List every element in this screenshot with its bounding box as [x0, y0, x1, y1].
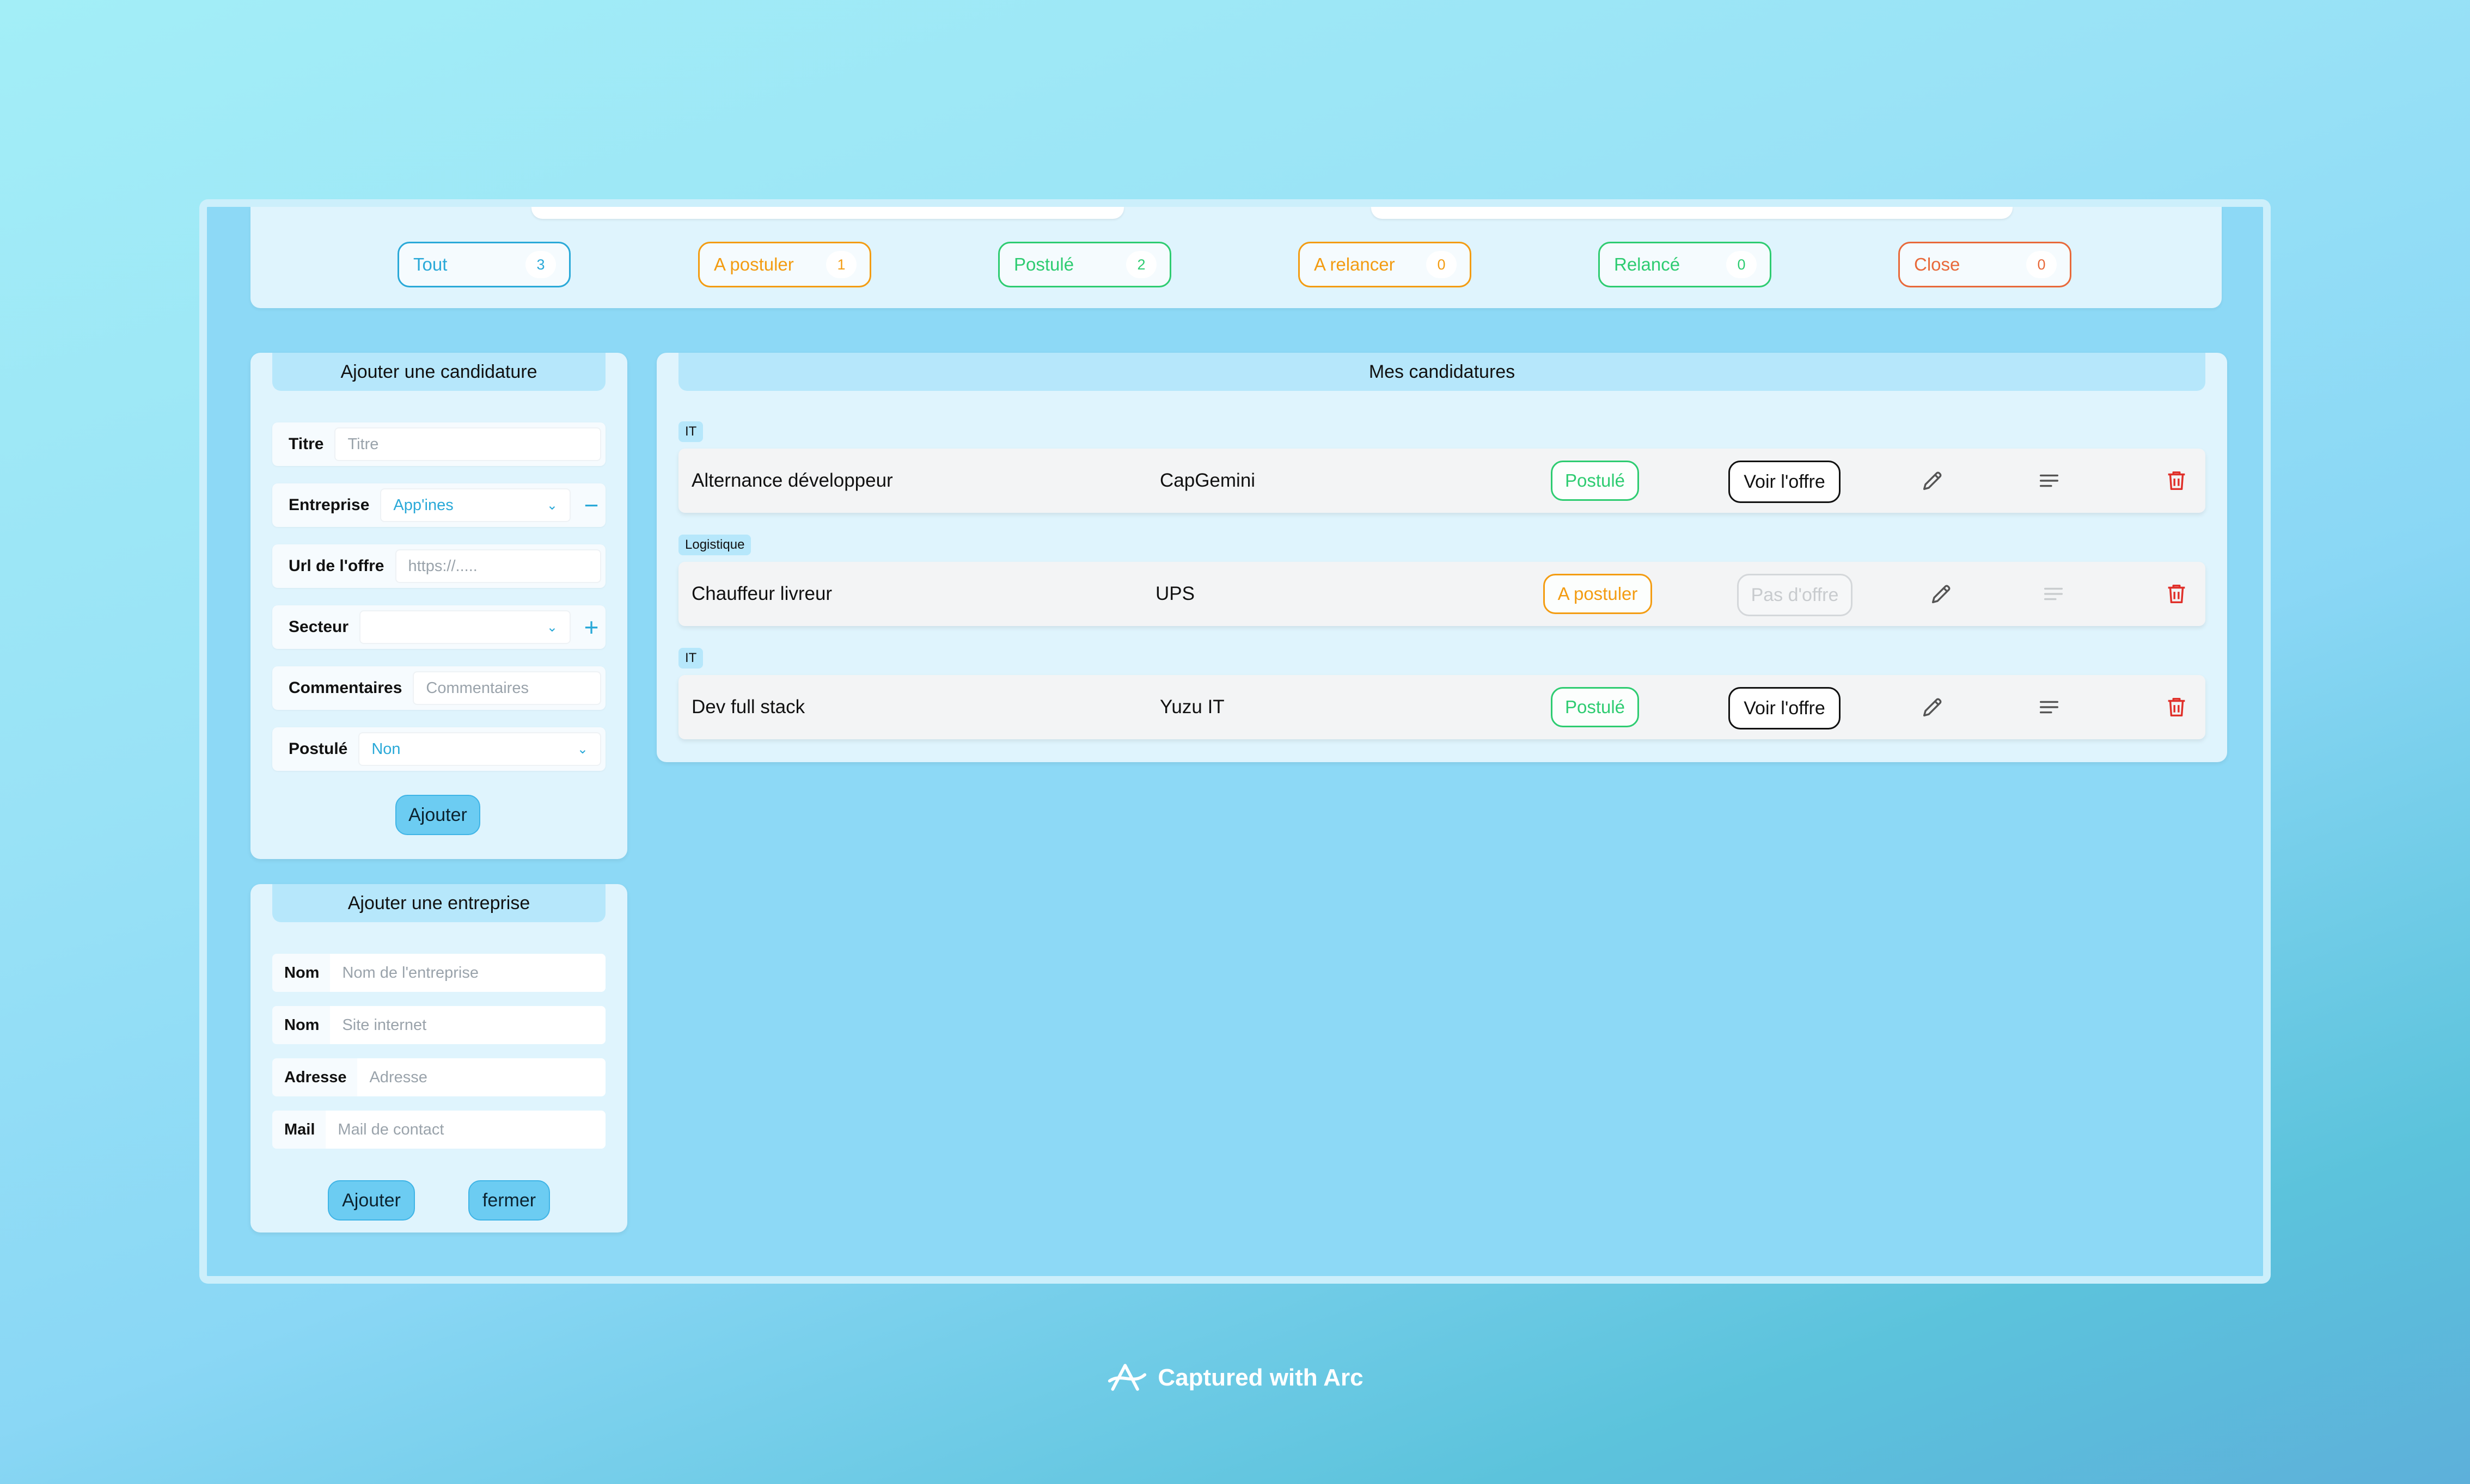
comment-lines-icon[interactable]: [2037, 468, 2062, 493]
filter-a-relancer[interactable]: A relancer 0: [1298, 242, 1471, 287]
application-title: Chauffeur livreur: [692, 583, 833, 604]
chevron-down-icon: ⌄: [546, 620, 558, 635]
filter-count: 0: [1726, 251, 1757, 278]
application-company: UPS: [1155, 583, 1195, 604]
footer-text: Captured with Arc: [1158, 1364, 1364, 1391]
titre-row: Titre Titre: [272, 422, 606, 466]
view-offer-button[interactable]: Voir l'offre: [1728, 461, 1841, 503]
filter-close[interactable]: Close 0: [1898, 242, 2071, 287]
secteur-row: Secteur ⌄ +: [272, 605, 606, 649]
view-offer-button[interactable]: Voir l'offre: [1728, 687, 1841, 729]
no-offer-button: Pas d'offre: [1737, 574, 1853, 616]
application-card: Alternance développeur CapGemini Postulé…: [678, 449, 2205, 513]
company-address-row: Adresse Adresse: [272, 1058, 606, 1096]
close-company-form-button[interactable]: fermer: [468, 1180, 550, 1221]
filter-count: 3: [525, 251, 556, 278]
application-company: Yuzu IT: [1160, 696, 1225, 718]
titre-input[interactable]: Titre: [334, 427, 601, 461]
select-value: Non: [371, 740, 401, 758]
company-address-input[interactable]: Adresse: [357, 1058, 606, 1096]
filter-tout[interactable]: Tout 3: [398, 242, 571, 287]
minus-icon[interactable]: −: [582, 493, 601, 518]
search-field-stub[interactable]: [531, 207, 1124, 219]
application-company: CapGemini: [1160, 470, 1256, 491]
panel-title: Ajouter une candidature: [272, 353, 606, 391]
filter-postule[interactable]: Postulé 2: [998, 242, 1171, 287]
company-website-input[interactable]: Site internet: [330, 1006, 606, 1044]
filter-count: 2: [1126, 251, 1157, 278]
url-row: Url de l'offre https://.....: [272, 544, 606, 588]
add-company-button[interactable]: Ajouter: [328, 1180, 415, 1221]
filter-label: Close: [1914, 254, 1960, 274]
sector-tag: Logistique: [678, 535, 751, 555]
application-title: Alternance développeur: [692, 470, 893, 491]
select-field-stub[interactable]: [1371, 207, 2013, 219]
filter-label: Postulé: [1014, 254, 1074, 274]
field-label: Postulé: [289, 740, 348, 758]
company-mail-input[interactable]: Mail de contact: [326, 1111, 606, 1149]
status-badge[interactable]: Postulé: [1551, 687, 1639, 727]
filter-a-postuler[interactable]: A postuler 1: [698, 242, 871, 287]
commentaires-input[interactable]: Commentaires: [413, 671, 601, 705]
pencil-icon[interactable]: [1920, 468, 1945, 493]
field-label: Secteur: [289, 618, 349, 636]
company-mail-row: Mail Mail de contact: [272, 1111, 606, 1149]
filter-label: Tout: [413, 254, 448, 274]
chevron-down-icon: ⌄: [577, 741, 588, 757]
status-badge[interactable]: A postuler: [1543, 574, 1652, 614]
panel-title: Ajouter une entreprise: [272, 884, 606, 922]
plus-icon[interactable]: +: [582, 615, 601, 640]
select-value: App'ines: [393, 496, 454, 514]
application-card: Dev full stack Yuzu IT Postulé Voir l'of…: [678, 675, 2205, 739]
app-page: Tout 3 A postuler 1 Postulé 2 A relancer…: [207, 207, 2263, 1276]
comment-lines-icon[interactable]: [2037, 695, 2062, 720]
field-label: Nom: [284, 964, 320, 982]
trash-icon[interactable]: [2164, 468, 2189, 493]
filter-count: 1: [826, 251, 857, 278]
sector-tag: IT: [678, 648, 704, 669]
field-label: Commentaires: [289, 679, 402, 697]
add-application-panel: Ajouter une candidature Titre Titre Entr…: [250, 353, 627, 859]
filter-bar: Tout 3 A postuler 1 Postulé 2 A relancer…: [250, 207, 2222, 308]
trash-icon[interactable]: [2164, 695, 2189, 720]
field-label: Nom: [284, 1016, 320, 1034]
url-input[interactable]: https://.....: [395, 549, 601, 583]
filter-count: 0: [1426, 251, 1457, 278]
field-label: Mail: [284, 1120, 315, 1138]
filter-label: A relancer: [1314, 254, 1395, 274]
capture-footer: Captured with Arc: [0, 1360, 2470, 1396]
trash-icon[interactable]: [2164, 581, 2189, 606]
sector-tag: IT: [678, 421, 704, 442]
postule-select[interactable]: Non ⌄: [358, 732, 601, 766]
applications-panel: Mes candidatures IT Alternance développe…: [657, 353, 2227, 762]
add-company-panel: Ajouter une entreprise Nom Nom de l'entr…: [250, 884, 627, 1232]
filter-count: 0: [2026, 251, 2057, 278]
status-badge[interactable]: Postulé: [1551, 461, 1639, 501]
panel-title: Mes candidatures: [678, 353, 2205, 391]
secteur-select[interactable]: ⌄: [359, 610, 571, 644]
field-label: Adresse: [284, 1068, 347, 1086]
pencil-icon[interactable]: [1929, 581, 1954, 606]
field-label: Url de l'offre: [289, 557, 384, 575]
application-card: Chauffeur livreur UPS A postuler Pas d'o…: [678, 562, 2205, 626]
chevron-down-icon: ⌄: [546, 498, 558, 513]
field-label: Titre: [289, 435, 324, 453]
company-website-row: Nom Site internet: [272, 1006, 606, 1044]
entreprise-select[interactable]: App'ines ⌄: [380, 488, 571, 522]
browser-window: Tout 3 A postuler 1 Postulé 2 A relancer…: [199, 199, 2271, 1284]
pencil-icon[interactable]: [1920, 695, 1945, 720]
postule-row: Postulé Non ⌄: [272, 727, 606, 771]
add-application-button[interactable]: Ajouter: [395, 795, 480, 835]
filter-relance[interactable]: Relancé 0: [1598, 242, 1771, 287]
filter-label: A postuler: [714, 254, 794, 274]
comment-lines-icon: [2044, 587, 2063, 600]
entreprise-row: Entreprise App'ines ⌄ −: [272, 483, 606, 527]
field-label: Entreprise: [289, 496, 370, 514]
company-name-row: Nom Nom de l'entreprise: [272, 954, 606, 992]
arc-logo-icon: [1108, 1364, 1147, 1391]
company-name-input[interactable]: Nom de l'entreprise: [330, 954, 606, 992]
commentaires-row: Commentaires Commentaires: [272, 666, 606, 710]
filter-label: Relancé: [1614, 254, 1680, 274]
application-title: Dev full stack: [692, 696, 805, 718]
